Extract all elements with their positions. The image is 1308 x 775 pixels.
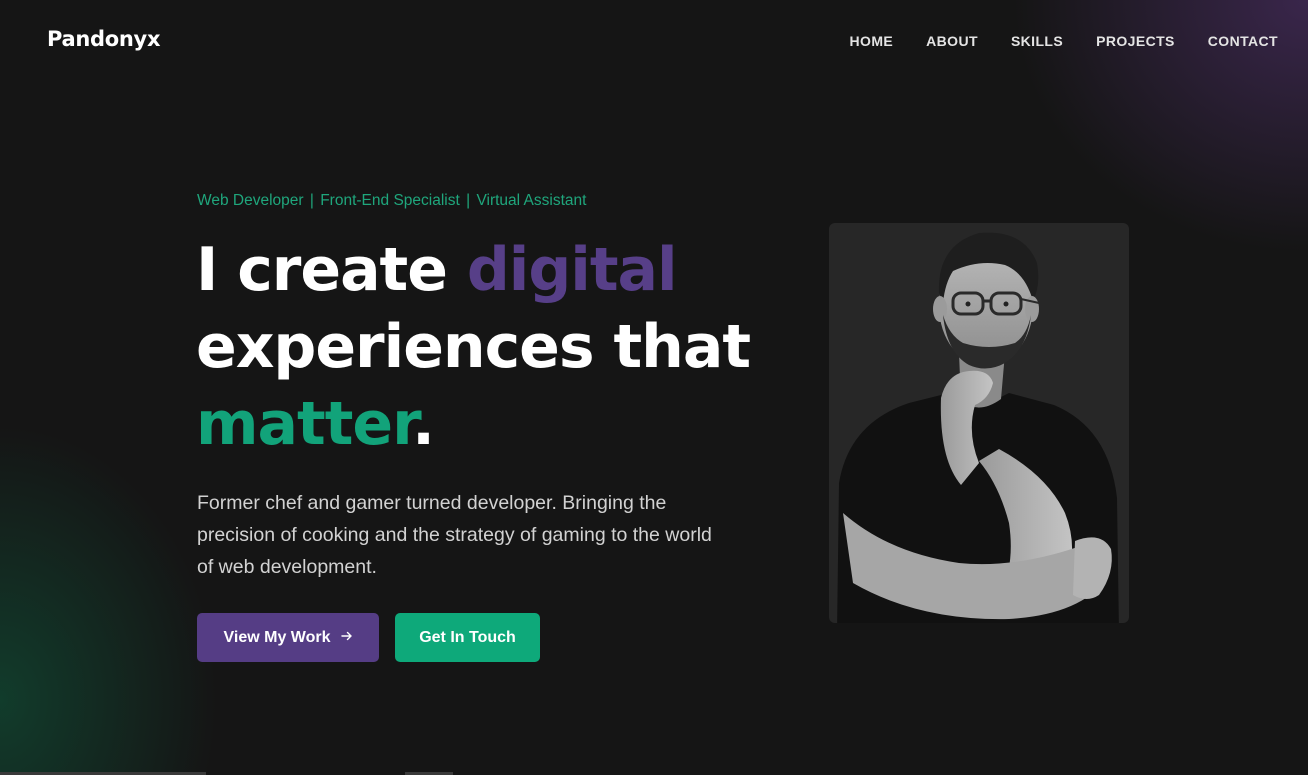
headline-part-1: I create [196,235,467,305]
headline-part-2: experiences that [196,312,751,382]
tagline-role-3: Virtual Assistant [476,192,587,209]
tagline-separator: | [466,192,471,209]
tagline-role-2: Front-End Specialist [320,192,460,209]
headline-highlight-matter: matter [196,389,413,459]
headline-period: . [412,389,435,459]
get-in-touch-label: Get In Touch [419,628,516,646]
view-my-work-button[interactable]: View My Work [197,613,379,662]
nav-about[interactable]: ABOUT [926,33,978,49]
page: Pandonyx HOME ABOUT SKILLS PROJECTS CONT… [0,0,1308,775]
hero-headline: I create digital experiences that matter… [196,232,816,463]
hero-description: Former chef and gamer turned developer. … [197,492,712,578]
tagline-role-1: Web Developer [197,192,304,209]
logo[interactable]: Pandonyx [47,27,161,51]
arrow-right-icon [340,629,353,646]
view-my-work-label: View My Work [223,628,331,646]
hero-tagline: Web Developer | Front-End Specialist | V… [197,192,586,210]
nav-skills[interactable]: SKILLS [1011,33,1063,49]
profile-photo [829,223,1129,623]
tagline-separator: | [309,192,314,209]
get-in-touch-button[interactable]: Get In Touch [395,613,540,662]
nav-home[interactable]: HOME [850,33,894,49]
headline-highlight-digital: digital [466,235,678,305]
nav-contact[interactable]: CONTACT [1208,33,1278,49]
nav-projects[interactable]: PROJECTS [1096,33,1175,49]
portrait-illustration [837,232,1119,623]
main-nav: HOME ABOUT SKILLS PROJECTS CONTACT [850,33,1278,49]
